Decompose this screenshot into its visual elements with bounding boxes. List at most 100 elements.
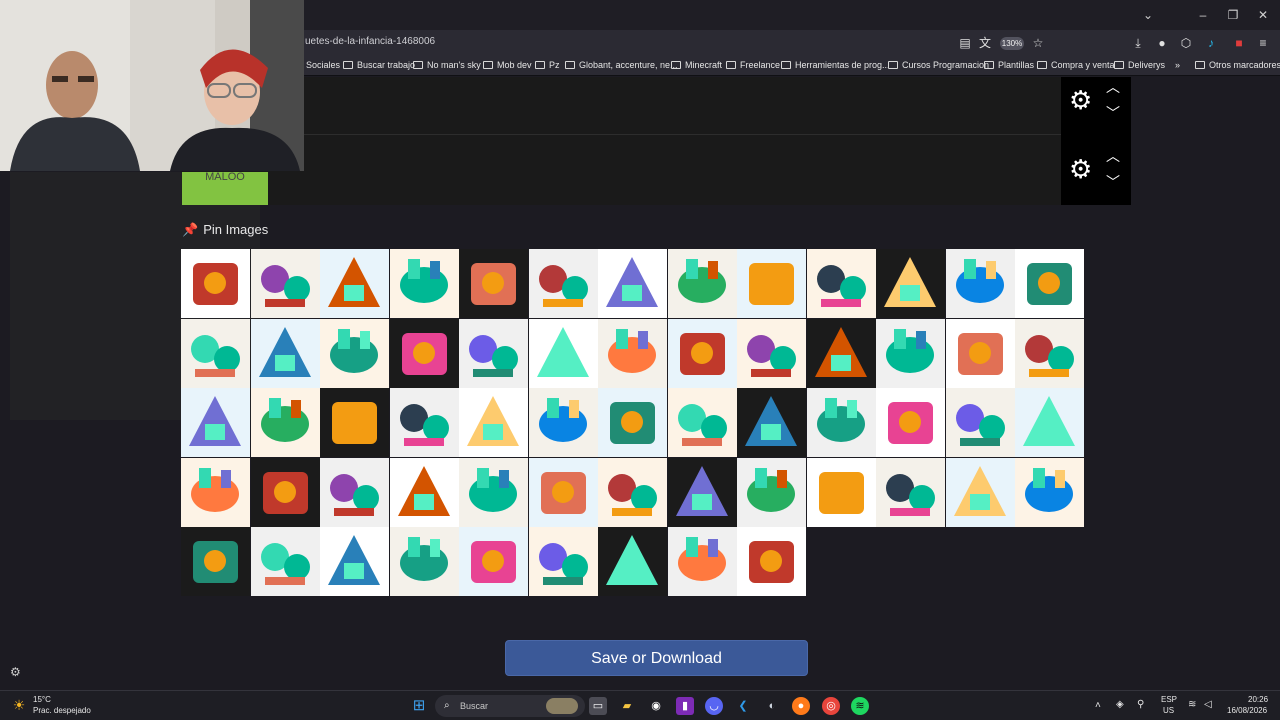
toy-image[interactable] — [320, 458, 389, 527]
bookmark-folder[interactable]: Buscar trabajo — [343, 60, 415, 70]
clock-date[interactable]: 16/08/2026 — [1227, 706, 1267, 715]
bookmark-folder[interactable]: Otros marcadores — [1195, 60, 1280, 70]
save-button[interactable]: Save or Download — [505, 640, 808, 676]
toy-image[interactable] — [807, 319, 876, 388]
microphone-icon[interactable]: ⚲ — [1137, 699, 1144, 710]
account-icon[interactable]: ● — [1154, 35, 1170, 51]
menu-icon[interactable]: ≡ — [1255, 35, 1271, 51]
toy-image[interactable] — [181, 527, 250, 596]
tab-list-chevron-icon[interactable]: ⌄ — [1139, 6, 1157, 24]
bookmark-folder[interactable]: Deliverys — [1114, 60, 1165, 70]
toy-image[interactable] — [251, 527, 320, 596]
steam-icon[interactable]: ◐ — [763, 697, 781, 715]
downloads-icon[interactable]: ⤓ — [1130, 35, 1146, 51]
toy-image[interactable] — [529, 249, 598, 318]
weather-temp[interactable]: 15°C — [33, 695, 51, 704]
toy-image[interactable] — [668, 319, 737, 388]
toy-image[interactable] — [807, 458, 876, 527]
bookmark-folder[interactable]: Plantillas — [984, 60, 1034, 70]
bookmark-folder[interactable]: Freelance — [726, 60, 780, 70]
gear-icon[interactable]: ⚙ — [1069, 87, 1095, 113]
vscode-icon[interactable]: ❮ — [734, 697, 752, 715]
toy-image[interactable] — [1015, 388, 1084, 457]
toy-image[interactable] — [737, 249, 806, 318]
toy-image[interactable] — [668, 388, 737, 457]
toy-image[interactable] — [320, 249, 389, 318]
spotify-icon[interactable]: ≋ — [851, 697, 869, 715]
url-text[interactable]: uetes-de-la-infancia-1468006 — [305, 36, 435, 47]
toy-image[interactable] — [529, 458, 598, 527]
toy-image[interactable] — [737, 388, 806, 457]
discord-icon[interactable]: ◡ — [705, 697, 723, 715]
restore-icon[interactable]: ❐ — [1224, 6, 1242, 24]
extension-icon[interactable]: ♪ — [1203, 35, 1219, 51]
zoom-level[interactable]: 130% — [1000, 37, 1024, 50]
bookmark-folder[interactable]: Mob dev — [483, 60, 532, 70]
chevron-down-icon[interactable]: ﹀ — [1103, 175, 1123, 189]
toy-image[interactable] — [251, 458, 320, 527]
toy-image[interactable] — [876, 388, 945, 457]
toy-image[interactable] — [320, 388, 389, 457]
toy-image[interactable] — [598, 319, 667, 388]
toy-image[interactable] — [320, 319, 389, 388]
bookmark-star-icon[interactable]: ☆ — [1030, 35, 1046, 51]
toy-image[interactable] — [529, 388, 598, 457]
chrome-icon[interactable]: ◎ — [822, 697, 840, 715]
weather-desc[interactable]: Prac. despejado — [33, 706, 91, 715]
translate-icon[interactable]: 文 — [977, 35, 993, 51]
task-view-icon[interactable]: ▭ — [589, 697, 607, 715]
toy-image[interactable] — [876, 319, 945, 388]
toy-image[interactable] — [1015, 458, 1084, 527]
reader-view-icon[interactable]: ▤ — [957, 35, 973, 51]
chevron-up-icon[interactable]: ︿ — [1103, 149, 1123, 163]
toy-image[interactable] — [529, 527, 598, 596]
gear-icon[interactable]: ⚙ — [1069, 156, 1095, 182]
settings-icon[interactable]: ⚙ — [10, 665, 21, 679]
toy-image[interactable] — [181, 388, 250, 457]
toy-image[interactable] — [529, 319, 598, 388]
bookmarks-overflow-icon[interactable]: » — [1175, 60, 1180, 70]
toy-image[interactable] — [598, 249, 667, 318]
language-code[interactable]: ESP — [1161, 695, 1177, 704]
twitch-icon[interactable]: ▮ — [676, 697, 694, 715]
toy-image[interactable] — [390, 388, 459, 457]
bookmark-folder[interactable]: Herramientas de prog... — [781, 60, 890, 70]
language-layout[interactable]: US — [1163, 706, 1174, 715]
bookmark-folder[interactable]: Globant, accenture, ne... — [565, 60, 678, 70]
toy-image[interactable] — [598, 388, 667, 457]
wifi-icon[interactable]: ≋ — [1188, 699, 1196, 710]
minimize-icon[interactable]: – — [1194, 6, 1212, 24]
tray-app-icon[interactable]: ◈ — [1116, 699, 1124, 710]
toy-image[interactable] — [251, 249, 320, 318]
toy-image[interactable] — [737, 319, 806, 388]
extensions-icon[interactable]: ⬡ — [1178, 35, 1194, 51]
toy-image[interactable] — [946, 319, 1015, 388]
extension-red-icon[interactable]: ■ — [1231, 35, 1247, 51]
toy-image[interactable] — [668, 249, 737, 318]
toy-image[interactable] — [876, 249, 945, 318]
chevron-down-icon[interactable]: ﹀ — [1103, 106, 1123, 120]
toy-image[interactable] — [459, 458, 528, 527]
toy-image[interactable] — [251, 319, 320, 388]
bookmark-folder[interactable]: Cursos Programacion — [888, 60, 989, 70]
toy-image[interactable] — [946, 458, 1015, 527]
chevron-up-icon[interactable]: ︿ — [1103, 80, 1123, 94]
toy-image[interactable] — [181, 249, 250, 318]
toy-image[interactable] — [390, 249, 459, 318]
github-icon[interactable]: ◉ — [647, 697, 665, 715]
toy-image[interactable] — [598, 458, 667, 527]
windows-start-icon[interactable]: ⊞ — [410, 697, 428, 715]
file-explorer-icon[interactable]: ▰ — [618, 697, 636, 715]
volume-icon[interactable]: ◁ — [1204, 699, 1212, 710]
toy-image[interactable] — [737, 458, 806, 527]
toy-image[interactable] — [181, 319, 250, 388]
clock-time[interactable]: 20:26 — [1248, 695, 1268, 704]
toy-image[interactable] — [598, 527, 667, 596]
toy-image[interactable] — [459, 527, 528, 596]
toy-image[interactable] — [668, 527, 737, 596]
search-input[interactable]: ⌕ Buscar — [435, 695, 585, 717]
firefox-icon[interactable]: ● — [792, 697, 810, 715]
toy-image[interactable] — [737, 527, 806, 596]
bookmark-folder[interactable]: Minecraft — [671, 60, 722, 70]
tier-label[interactable]: MALOO — [182, 172, 268, 205]
